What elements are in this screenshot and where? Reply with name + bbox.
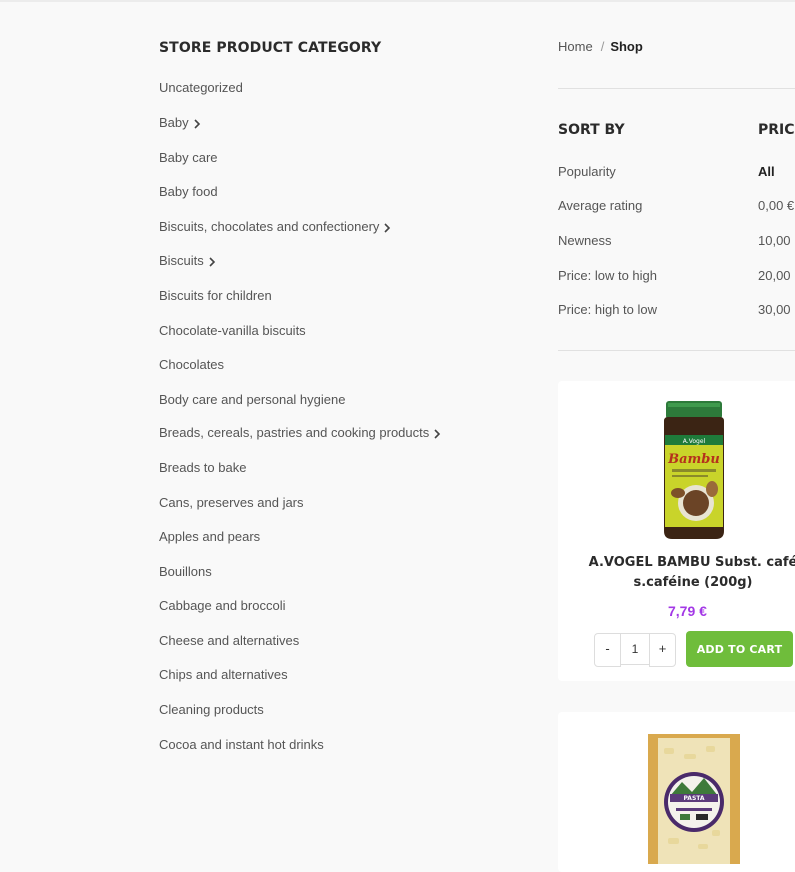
price-filter-widget: PRICE All 0,00 € 10,00 20,00 30,00 [758, 120, 795, 330]
chevron-right-icon[interactable] [207, 256, 217, 267]
category-item[interactable]: Biscuits, chocolates and confectionery [159, 217, 392, 237]
category-item[interactable]: Cheese and alternatives [159, 631, 299, 651]
price-option-10[interactable]: 10,00 [758, 231, 791, 251]
chevron-right-icon[interactable] [432, 428, 442, 439]
breadcrumb-current: Shop [610, 39, 643, 54]
category-item[interactable]: Body care and personal hygiene [159, 390, 345, 410]
category-label: Chocolate-vanilla biscuits [159, 323, 306, 338]
category-item[interactable]: Breads, cereals, pastries and cooking pr… [159, 423, 442, 443]
category-label: Bouillons [159, 564, 212, 579]
category-item[interactable]: Chips and alternatives [159, 665, 288, 685]
category-label: Baby [159, 115, 189, 130]
sort-option-popularity[interactable]: Popularity [558, 162, 616, 182]
chevron-right-icon[interactable] [382, 222, 392, 233]
category-item[interactable]: Biscuits for children [159, 286, 272, 306]
category-item[interactable]: Cleaning products [159, 700, 264, 720]
category-label: Apples and pears [159, 529, 261, 544]
category-item[interactable]: Breads to bake [159, 458, 246, 478]
category-item[interactable]: Baby food [159, 182, 218, 202]
category-label: Cocoa and instant hot drinks [159, 737, 324, 752]
category-label: Biscuits [159, 253, 204, 268]
category-item[interactable]: Uncategorized [159, 78, 243, 98]
quantity-decrease-button[interactable]: - [594, 633, 621, 667]
price-filter-title: PRICE [758, 122, 795, 138]
product-card: A.Vogel Bambu A.VOGEL BAMBU Subst. café … [558, 381, 795, 681]
sort-option-average-rating[interactable]: Average rating [558, 196, 642, 216]
breadcrumb-separator: / [600, 39, 605, 54]
category-label: Breads, cereals, pastries and cooking pr… [159, 425, 430, 440]
quantity-increase-button[interactable]: + [649, 633, 676, 667]
price-option-0[interactable]: 0,00 € [758, 196, 794, 216]
category-label: Uncategorized [159, 80, 243, 95]
filter-top-divider [558, 88, 795, 89]
category-label: Cans, preserves and jars [159, 495, 304, 510]
product-card: PASTA [558, 712, 795, 872]
price-option-20[interactable]: 20,00 [758, 266, 791, 286]
sort-option-newness[interactable]: Newness [558, 231, 611, 251]
category-label: Biscuits, chocolates and confectionery [159, 219, 380, 234]
category-label: Cheese and alternatives [159, 633, 300, 648]
sort-option-price-high-low[interactable]: Price: high to low [558, 300, 657, 320]
svg-text:A.Vogel: A.Vogel [683, 438, 706, 445]
category-item[interactable]: Cocoa and instant hot drinks [159, 735, 324, 755]
sidebar-title: STORE PRODUCT CATEGORY [159, 40, 382, 56]
category-label: Chips and alternatives [159, 667, 288, 682]
add-to-cart-button[interactable]: ADD TO CART [686, 631, 793, 667]
category-label: Cabbage and broccoli [159, 598, 286, 613]
sort-by-title: SORT BY [558, 122, 625, 138]
filter-bottom-divider [558, 350, 795, 351]
category-label: Chocolates [159, 357, 225, 372]
sort-by-widget: SORT BY Popularity Average rating Newnes… [558, 120, 657, 317]
product-image[interactable]: A.Vogel Bambu [662, 401, 726, 546]
category-label: Baby food [159, 184, 218, 199]
category-item[interactable]: Biscuits [159, 251, 217, 271]
category-item[interactable]: Chocolate-vanilla biscuits [159, 321, 306, 341]
breadcrumb-home-link[interactable]: Home [558, 39, 593, 54]
category-item[interactable]: Bouillons [159, 562, 212, 582]
category-label: Baby care [159, 150, 218, 165]
breadcrumb: Home / Shop [558, 38, 643, 56]
category-sidebar: STORE PRODUCT CATEGORY Uncategorized Baby… [159, 38, 499, 752]
category-item[interactable]: Cabbage and broccoli [159, 596, 285, 616]
category-item[interactable]: Cans, preserves and jars [159, 493, 304, 513]
category-item[interactable]: Baby [159, 113, 202, 133]
chevron-right-icon[interactable] [192, 118, 202, 129]
category-item[interactable]: Apples and pears [159, 527, 260, 547]
product-title[interactable]: A.VOGEL BAMBU Subst. café s.caféine (200… [588, 553, 795, 593]
quantity-input[interactable] [621, 633, 649, 665]
product-image[interactable]: PASTA [646, 734, 742, 869]
category-label: Body care and personal hygiene [159, 392, 346, 407]
svg-text:PASTA: PASTA [683, 795, 704, 802]
category-item[interactable]: Chocolates [159, 355, 224, 375]
svg-text:Bambu: Bambu [667, 452, 720, 467]
category-label: Cleaning products [159, 702, 264, 717]
product-price: 7,79 € [668, 603, 707, 619]
category-label: Biscuits for children [159, 288, 272, 303]
top-divider [0, 0, 795, 2]
category-label: Breads to bake [159, 460, 247, 475]
price-option-all[interactable]: All [758, 162, 775, 182]
category-item[interactable]: Baby care [159, 148, 218, 168]
price-option-30[interactable]: 30,00 [758, 300, 791, 320]
quantity-stepper: - + [594, 633, 676, 667]
sort-option-price-low-high[interactable]: Price: low to high [558, 266, 657, 286]
